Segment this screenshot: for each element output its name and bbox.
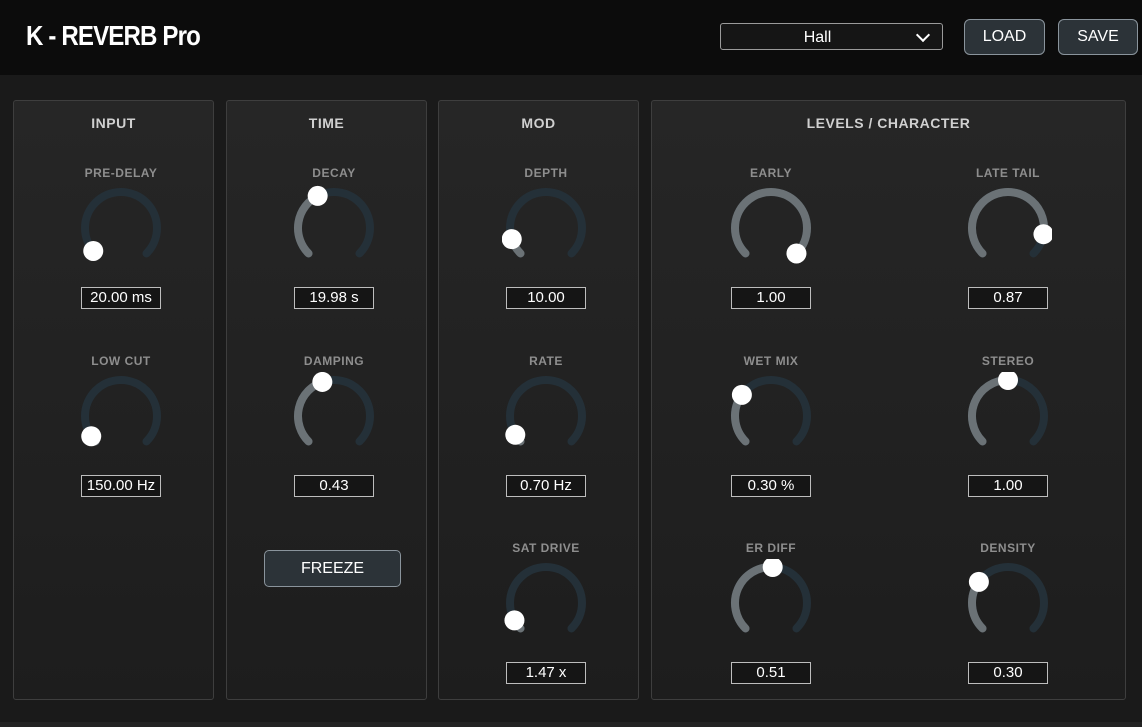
knob-er-diff[interactable] [727, 559, 815, 647]
value-early[interactable]: 1.00 [731, 287, 811, 309]
knob-wet-mix[interactable] [727, 372, 815, 460]
knob-damping-group: DAMPING 0.43 [274, 354, 394, 514]
value-depth[interactable]: 10.00 [506, 287, 586, 309]
knob-dial[interactable] [77, 372, 165, 460]
panel-levels-character: LEVELS / CHARACTER EARLY 1.00 LATE TAIL … [651, 100, 1126, 700]
knob-dial[interactable] [290, 372, 378, 460]
chevron-down-icon [915, 27, 931, 43]
knob-dial[interactable] [77, 184, 165, 272]
knob-rate-group: RATE 0.70 Hz [486, 354, 606, 514]
preset-select[interactable]: Hall [720, 23, 943, 50]
knob-handle[interactable] [307, 185, 328, 206]
knob-early[interactable] [727, 184, 815, 272]
value-density[interactable]: 0.30 [968, 662, 1048, 684]
knob-label: EARLY [749, 166, 793, 180]
knob-handle[interactable] [81, 426, 102, 447]
knob-handle[interactable] [998, 372, 1018, 390]
knob-pre-delay-group: PRE-DELAY 20.00 ms [61, 166, 181, 326]
knob-handle[interactable] [504, 610, 525, 631]
save-button[interactable]: SAVE [1058, 19, 1138, 55]
knob-label: WET MIX [743, 354, 799, 368]
knob-decay[interactable] [290, 184, 378, 272]
knob-density-group: DENSITY 0.30 [948, 541, 1068, 701]
value-low-cut[interactable]: 150.00 Hz [81, 475, 161, 497]
knob-dial[interactable] [964, 184, 1052, 272]
value-stereo[interactable]: 1.00 [968, 475, 1048, 497]
knob-dial[interactable] [502, 559, 590, 647]
knob-er-diff-group: ER DIFF 0.51 [711, 541, 831, 701]
knob-label: LATE TAIL [975, 166, 1041, 180]
knob-rate[interactable] [502, 372, 590, 460]
knob-dial[interactable] [502, 372, 590, 460]
knob-handle[interactable] [312, 372, 333, 392]
knob-label: RATE [529, 354, 563, 368]
knob-label: STEREO [981, 354, 1035, 368]
knob-label: PRE-DELAY [84, 166, 158, 180]
knob-depth[interactable] [502, 184, 590, 272]
knob-label: DAMPING [303, 354, 365, 368]
knob-decay-group: DECAY 19.98 s [274, 166, 394, 326]
knob-dial[interactable] [964, 559, 1052, 647]
value-rate[interactable]: 0.70 Hz [506, 475, 586, 497]
knob-early-group: EARLY 1.00 [711, 166, 831, 326]
app-title: K - REVERB Pro [26, 20, 201, 51]
knob-label: LOW CUT [91, 354, 151, 368]
panel-input: INPUT PRE-DELAY 20.00 ms LOW CUT 150.00 … [13, 100, 214, 700]
knob-handle[interactable] [1033, 224, 1052, 245]
knob-label: DENSITY [980, 541, 1036, 555]
knob-label: SAT DRIVE [512, 541, 580, 555]
panel-title-mod: MOD [521, 115, 556, 131]
knob-fill [731, 563, 777, 633]
knob-stereo[interactable] [964, 372, 1052, 460]
knob-handle[interactable] [505, 424, 526, 445]
value-wet-mix[interactable]: 0.30 % [731, 475, 811, 497]
knob-depth-group: DEPTH 10.00 [486, 166, 606, 326]
knob-dial[interactable] [727, 559, 815, 647]
preset-selected-value: Hall [803, 29, 832, 46]
knob-handle[interactable] [83, 240, 104, 261]
knob-label: DEPTH [524, 166, 568, 180]
knob-wet-mix-group: WET MIX 0.30 % [711, 354, 831, 514]
knob-stereo-group: STEREO 1.00 [948, 354, 1068, 514]
value-pre-delay[interactable]: 20.00 ms [81, 287, 161, 309]
knob-fill [968, 376, 1012, 446]
knob-density[interactable] [964, 559, 1052, 647]
knob-late-tail-group: LATE TAIL 0.87 [948, 166, 1068, 326]
knob-damping[interactable] [290, 372, 378, 460]
header-bar: K - REVERB Pro Hall LOAD SAVE [0, 0, 1142, 75]
knob-dial[interactable] [502, 184, 590, 272]
load-button[interactable]: LOAD [964, 19, 1045, 55]
panel-time: TIME DECAY 19.98 s DAMPING 0.43 FREEZE [226, 100, 427, 700]
knob-dial[interactable] [964, 372, 1052, 460]
knob-late-tail[interactable] [964, 184, 1052, 272]
knob-handle[interactable] [502, 229, 522, 250]
value-damping[interactable]: 0.43 [294, 475, 374, 497]
knob-dial[interactable] [290, 184, 378, 272]
knob-handle[interactable] [762, 559, 783, 578]
panel-title-input: INPUT [91, 115, 136, 131]
panel-title-time: TIME [308, 115, 345, 131]
knob-handle[interactable] [786, 243, 807, 264]
panel-mod: MOD DEPTH 10.00 RATE 0.70 Hz SAT DRIVE 1… [438, 100, 639, 700]
knob-fill [968, 188, 1048, 258]
knob-low-cut[interactable] [77, 372, 165, 460]
knob-handle[interactable] [731, 384, 752, 405]
knob-dial[interactable] [727, 184, 815, 272]
panel-title-levels: LEVELS / CHARACTER [806, 115, 971, 131]
value-er-diff[interactable]: 0.51 [731, 662, 811, 684]
knob-handle[interactable] [968, 571, 989, 592]
knob-dial[interactable] [727, 372, 815, 460]
value-decay[interactable]: 19.98 s [294, 287, 374, 309]
freeze-button[interactable]: FREEZE [264, 550, 401, 587]
knob-low-cut-group: LOW CUT 150.00 Hz [61, 354, 181, 514]
knob-track [506, 188, 586, 258]
bottom-divider [0, 722, 1142, 727]
knob-label: ER DIFF [745, 541, 797, 555]
knob-sat-drive[interactable] [502, 559, 590, 647]
value-sat-drive[interactable]: 1.47 x [506, 662, 586, 684]
knob-sat-drive-group: SAT DRIVE 1.47 x [486, 541, 606, 701]
knob-pre-delay[interactable] [77, 184, 165, 272]
value-late-tail[interactable]: 0.87 [968, 287, 1048, 309]
knob-label: DECAY [312, 166, 356, 180]
